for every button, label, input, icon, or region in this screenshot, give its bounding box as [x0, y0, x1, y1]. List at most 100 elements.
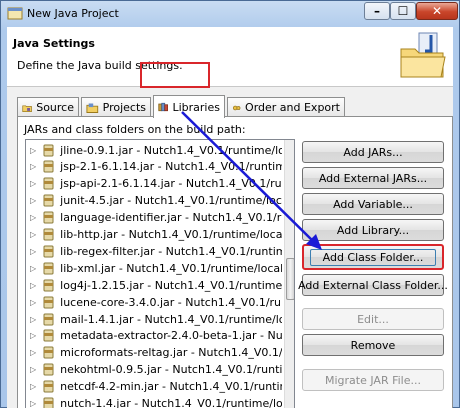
- jar-list-item-label: log4j-1.2.15.jar - Nutch1.4_V0.1/runtime…: [60, 278, 282, 292]
- add-external-jars-label: Add External JARs...: [318, 171, 428, 185]
- eclipse-window-icon: [7, 7, 23, 20]
- expand-arrow-icon[interactable]: ▷: [30, 247, 36, 256]
- scrollbar-thumb[interactable]: [286, 258, 294, 300]
- jar-list-item[interactable]: ▷ lib-xml.jar - Nutch1.4_V0.1/runtime/loc…: [26, 259, 282, 277]
- minimize-icon: –: [374, 4, 380, 18]
- add-external-jars-button[interactable]: Add External JARs...: [302, 167, 444, 189]
- expand-arrow-icon[interactable]: ▷: [30, 179, 36, 188]
- jar-icon: [43, 313, 54, 325]
- jar-icon: [43, 346, 54, 359]
- jar-list-item[interactable]: ▷ lucene-core-3.4.0.jar - Nutch1.4_V0.1/r…: [26, 293, 282, 311]
- list-scrollbar[interactable]: [284, 140, 294, 408]
- expand-arrow-icon[interactable]: ▷: [30, 399, 36, 408]
- tab-source[interactable]: Source: [17, 97, 79, 117]
- expand-arrow-icon[interactable]: ▷: [30, 298, 36, 307]
- jar-icon: [43, 397, 54, 408]
- jar-list-item[interactable]: ▷ lib-regex-filter.jar - Nutch1.4_V0.1/ru…: [26, 242, 282, 260]
- jar-list-item[interactable]: ▷ microformats-reltag.jar - Nutch1.4_V0.1…: [26, 344, 282, 362]
- jar-list-item[interactable]: ▷ jsp-api-2.1-6.1.14.jar - Nutch1.4_V0.1/…: [26, 175, 282, 193]
- jar-icon: [43, 262, 54, 275]
- close-icon: ✕: [431, 4, 443, 18]
- add-jars-button[interactable]: Add JARs...: [302, 141, 444, 163]
- jar-icon: [43, 363, 54, 376]
- expand-arrow-icon[interactable]: ▷: [30, 382, 36, 391]
- jar-list-item[interactable]: ▷ jline-0.9.1.jar - Nutch1.4_V0.1/runtime…: [26, 141, 282, 159]
- jar-list-item-label: lib-xml.jar - Nutch1.4_V0.1/runtime/loca…: [60, 261, 282, 275]
- jar-list-item[interactable]: ▷ netcdf-4.2-min.jar - Nutch1.4_V0.1/runt…: [26, 378, 282, 396]
- tab-libraries-label: Libraries: [172, 100, 220, 114]
- wizard-header: Java Settings Define the Java build sett…: [7, 27, 453, 87]
- maximize-icon: ☐: [397, 4, 409, 18]
- jar-list-item[interactable]: ▷ language-identifier.jar - Nutch1.4_V0.1…: [26, 209, 282, 227]
- jar-icon: [43, 279, 54, 292]
- jar-list-item[interactable]: ▷ mail-1.4.1.jar - Nutch1.4_V0.1/runtime/…: [26, 310, 282, 328]
- tab-order-and-export-label: Order and Export: [245, 101, 340, 114]
- jar-list-item-label: jsp-api-2.1-6.1.14.jar - Nutch1.4_V0.1/r…: [60, 177, 282, 191]
- jar-list-item[interactable]: ▷ lib-http.jar - Nutch1.4_V0.1/runtime/lo…: [26, 226, 282, 244]
- edit-button[interactable]: Edit...: [302, 308, 444, 330]
- expand-arrow-icon[interactable]: ▷: [30, 230, 36, 239]
- jar-list-item-label: netcdf-4.2-min.jar - Nutch1.4_V0.1/runti…: [60, 380, 282, 394]
- jar-icon: [43, 329, 54, 342]
- expand-arrow-icon[interactable]: ▷: [30, 348, 36, 357]
- expand-arrow-icon[interactable]: ▷: [30, 315, 36, 324]
- jar-list-item[interactable]: ▷ nutch-1.4.jar - Nutch1.4_V0.1/runtime/l…: [26, 395, 282, 408]
- add-library-label: Add Library...: [336, 223, 410, 237]
- remove-button[interactable]: Remove: [302, 334, 444, 356]
- jar-icon: [43, 228, 54, 241]
- expand-arrow-icon[interactable]: ▷: [30, 264, 36, 273]
- expand-arrow-icon[interactable]: ▷: [30, 365, 36, 374]
- expand-arrow-icon[interactable]: ▷: [30, 196, 36, 205]
- window-frame: New Java Project – ☐ ✕ Java Settings Def…: [0, 0, 460, 408]
- migrate-jar-button[interactable]: Migrate JAR File...: [302, 369, 444, 391]
- jar-list-item-label: lib-regex-filter.jar - Nutch1.4_V0.1/run…: [60, 244, 282, 258]
- add-jars-label: Add JARs...: [343, 145, 403, 159]
- jar-icon: [43, 380, 54, 393]
- page-title: Java Settings: [13, 37, 95, 50]
- jar-icon: [43, 177, 54, 190]
- jar-list-item-label: metadata-extractor-2.4.0-beta-1.jar - Nu…: [60, 329, 282, 343]
- order-export-icon: [232, 105, 241, 110]
- dialog-client: Java Settings Define the Java build sett…: [7, 27, 453, 408]
- add-external-class-folder-button[interactable]: Add External Class Folder...: [298, 274, 448, 296]
- expand-arrow-icon[interactable]: ▷: [30, 331, 36, 340]
- jar-list-item-label: lib-http.jar - Nutch1.4_V0.1/runtime/loc…: [60, 228, 282, 241]
- build-path-label: JARs and class folders on the build path…: [24, 123, 246, 136]
- tab-source-label: Source: [36, 101, 74, 114]
- jar-list-item[interactable]: ▷ junit-4.5.jar - Nutch1.4_V0.1/runtime/l…: [26, 192, 282, 210]
- tab-projects-label: Projects: [102, 101, 146, 114]
- jar-icon: [43, 194, 54, 207]
- jar-list[interactable]: ▷ jline-0.9.1.jar - Nutch1.4_V0.1/runtime…: [25, 139, 295, 408]
- minimize-button[interactable]: –: [364, 2, 390, 20]
- add-library-button[interactable]: Add Library...: [302, 219, 444, 241]
- migrate-jar-label: Migrate JAR File...: [325, 373, 421, 387]
- add-class-folder-button[interactable]: Add Class Folder...: [302, 244, 444, 270]
- title-bar[interactable]: New Java Project – ☐ ✕: [1, 1, 459, 27]
- tab-projects[interactable]: Projects: [81, 97, 151, 117]
- jar-list-item[interactable]: ▷ metadata-extractor-2.4.0-beta-1.jar - N…: [26, 327, 282, 345]
- projects-icon: [86, 102, 99, 113]
- jar-list-item-label: nutch-1.4.jar - Nutch1.4_V0.1/runtime/lo…: [60, 397, 282, 408]
- edit-label: Edit...: [357, 312, 389, 326]
- jar-list-item[interactable]: ▷ jsp-2.1-6.1.14.jar - Nutch1.4_V0.1/runt…: [26, 158, 282, 176]
- jar-list-item-label: jsp-2.1-6.1.14.jar - Nutch1.4_V0.1/runti…: [60, 160, 282, 174]
- expand-arrow-icon[interactable]: ▷: [30, 162, 36, 171]
- tab-libraries[interactable]: Libraries: [153, 95, 225, 118]
- remove-label: Remove: [350, 338, 396, 352]
- expand-arrow-icon[interactable]: ▷: [30, 281, 36, 290]
- close-button[interactable]: ✕: [416, 2, 458, 20]
- expand-arrow-icon[interactable]: ▷: [30, 213, 36, 222]
- source-folder-icon: [22, 104, 32, 112]
- jar-list-item-label: language-identifier.jar - Nutch1.4_V0.1/…: [60, 211, 282, 225]
- add-external-class-folder-label: Add External Class Folder...: [298, 278, 448, 292]
- expand-arrow-icon[interactable]: ▷: [30, 146, 36, 155]
- jar-list-item[interactable]: ▷ nekohtml-0.9.5.jar - Nutch1.4_V0.1/runt…: [26, 361, 282, 379]
- jar-list-item-label: jline-0.9.1.jar - Nutch1.4_V0.1/runtime/…: [60, 143, 282, 157]
- add-variable-label: Add Variable...: [333, 197, 413, 211]
- jar-list-item[interactable]: ▷ log4j-1.2.15.jar - Nutch1.4_V0.1/runtim…: [26, 276, 282, 294]
- jar-list-item-label: lucene-core-3.4.0.jar - Nutch1.4_V0.1/ru…: [60, 295, 282, 309]
- add-variable-button[interactable]: Add Variable...: [302, 193, 444, 215]
- maximize-button[interactable]: ☐: [390, 2, 416, 20]
- tab-order-and-export[interactable]: Order and Export: [227, 97, 345, 117]
- jar-icon: [43, 245, 54, 258]
